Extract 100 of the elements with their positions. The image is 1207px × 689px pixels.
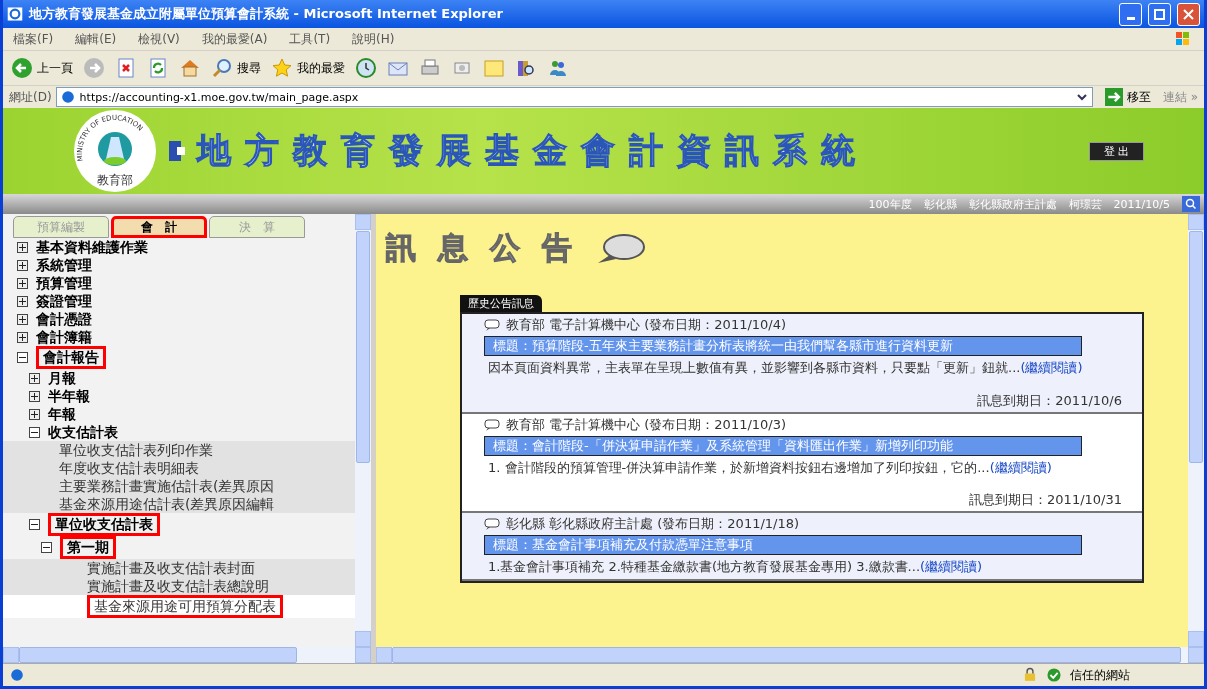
tree-item-label[interactable]: 會計簿籍 [36, 328, 92, 346]
page-icon [59, 89, 76, 105]
tree-item-label[interactable]: 基金來源用途估計表(差異原因編輯 [59, 495, 275, 513]
announcement-heading: 訊息公告 [386, 229, 594, 267]
menu-item[interactable]: 檔案(F) [13, 30, 54, 48]
announcement-source: 教育部 電子計算機中心 (發布日期：2011/10/4) [506, 316, 787, 334]
tab[interactable]: 會 計 [111, 216, 207, 238]
tree-item-label[interactable]: 實施計畫及收支估計表總說明 [87, 577, 269, 595]
expiry-date: 訊息到期日：2011/10/6 [977, 391, 1122, 410]
tree-item-label[interactable]: 系統管理 [36, 256, 92, 274]
expand-box-icon[interactable] [17, 277, 28, 289]
tree-item-label[interactable]: 單位收支估計表列印作業 [59, 441, 213, 459]
stop-button[interactable] [115, 57, 137, 79]
expand-box-icon[interactable] [17, 241, 28, 253]
expand-box-icon[interactable] [41, 542, 52, 553]
page-icon [9, 667, 25, 683]
vertical-scrollbar[interactable] [1188, 214, 1204, 647]
expand-box-icon[interactable] [17, 295, 28, 307]
search-icon[interactable] [1182, 196, 1200, 212]
go-button[interactable]: 移至 [1096, 88, 1159, 106]
back-button[interactable]: 上一頁 [11, 57, 73, 79]
tree-item-label[interactable]: 年報 [48, 405, 76, 423]
expand-box-icon[interactable] [29, 372, 40, 384]
refresh-icon [147, 57, 169, 79]
read-more-link[interactable]: (繼續閱讀) [989, 459, 1052, 475]
announcement-body: 因本頁面資料異常，主表單在呈現上數值有異，並影響到各縣市資料，只要點「更新」鈕就...(繼續閱讀) [487, 359, 1084, 377]
expand-box-icon[interactable] [17, 313, 28, 325]
tree-leaf-row[interactable]: 單位收支估計表列印作業 [3, 441, 355, 459]
minimize-icon [1126, 16, 1135, 20]
history-announcements-tag[interactable]: 歷史公告訊息 [460, 295, 542, 312]
close-icon [1183, 8, 1194, 20]
menu-item[interactable]: 工具(T) [289, 30, 331, 48]
expand-box-icon[interactable] [29, 426, 40, 438]
user-info-text: 彰化縣政府主計處 [968, 196, 1057, 212]
stop-icon [115, 57, 137, 79]
read-more-link[interactable]: (繼續閱讀) [920, 559, 983, 574]
tree-leaf-row[interactable]: 實施計畫及收支估計表封面 [3, 559, 355, 577]
tree-item-label[interactable]: 主要業務計畫實施估計表(差異原因 [59, 477, 275, 495]
tree-item-label[interactable]: 實施計畫及收支估計表封面 [87, 559, 255, 577]
tree-item-label[interactable]: 年度收支估計表明細表 [59, 459, 199, 477]
search-button[interactable]: 搜尋 [211, 57, 261, 79]
square-bullet-icon [167, 139, 187, 163]
address-label: 網址(D) [9, 88, 52, 106]
announcement-source: 彰化縣 彰化縣政府主計處 (發布日期：2011/1/18) [506, 515, 800, 533]
tree-item-label[interactable]: 月報 [48, 369, 76, 387]
speech-bubble-icon [484, 418, 500, 431]
tree-item-label[interactable]: 會計報告 [36, 346, 106, 369]
lock-icon [1022, 667, 1038, 683]
expand-box-icon[interactable] [29, 519, 40, 530]
refresh-button[interactable] [147, 57, 169, 79]
expand-box-icon[interactable] [17, 331, 28, 343]
tree-item-label[interactable]: 單位收支估計表 [48, 513, 160, 536]
menu-item[interactable]: 檢視(V) [138, 30, 180, 48]
security-zone-text: 信任的網站 [1070, 666, 1130, 684]
history-button[interactable] [355, 57, 377, 79]
tree-item-label[interactable]: 第一期 [60, 536, 116, 559]
home-icon [179, 57, 201, 79]
horizontal-scrollbar[interactable] [376, 647, 1204, 663]
user-info-text: 2011/10/5 [1113, 197, 1170, 211]
address-field[interactable]: https://accounting-x1.moe.gov.tw/main_page.aspx [55, 87, 1093, 107]
expand-box-icon[interactable] [17, 352, 28, 363]
tree-item-label[interactable]: 基金來源用途可用預算分配表 [87, 595, 283, 618]
favorites-button[interactable]: 我的最愛 [271, 57, 345, 79]
home-button[interactable] [179, 57, 201, 79]
menu-item[interactable]: 編輯(E) [75, 30, 117, 48]
menu-item[interactable]: 我的最愛(A) [201, 30, 268, 48]
horizontal-scrollbar[interactable] [3, 647, 371, 663]
tree-leaf-row[interactable]: 基金來源用途估計表(差異原因編輯 [3, 495, 355, 513]
arrow-right-icon [1104, 88, 1123, 106]
user-info-text: 柯璟芸 [1068, 196, 1102, 212]
expiry-date: 訊息到期日：2011/10/31 [969, 491, 1122, 509]
minimize-button[interactable] [1119, 2, 1142, 26]
search-icon [211, 57, 233, 79]
user-info-text: 100年度 [868, 196, 912, 212]
logout-button[interactable]: 登 出 [1088, 141, 1144, 161]
history-icon [355, 57, 377, 79]
announcement-body: 1.基金會計事項補充 2.特種基金繳款書(地方教育發展基金專用) 3.繳款書...(繼續閱讀) [487, 558, 984, 576]
expand-box-icon[interactable] [29, 390, 40, 402]
tree-item-label[interactable]: 半年報 [48, 387, 90, 405]
check-icon [1046, 667, 1062, 683]
expand-box-icon[interactable] [29, 408, 40, 420]
maximize-icon [1154, 8, 1165, 20]
tree-item-label[interactable]: 基本資料維護作業 [36, 238, 148, 256]
tree-leaf-row[interactable]: 主要業務計畫實施估計表(差異原因 [3, 477, 355, 495]
tree-item-label[interactable]: 會計憑證 [36, 310, 92, 328]
star-icon [271, 57, 293, 79]
browser-icon [7, 6, 23, 22]
menu-item[interactable]: 說明(H) [352, 30, 395, 48]
tree-item-label[interactable]: 收支估計表 [48, 423, 118, 441]
tree-leaf-row[interactable]: 年度收支估計表明細表 [3, 459, 355, 477]
vertical-scrollbar[interactable] [355, 214, 371, 647]
announcement-body: 1. 會計階段的預算管理-併決算申請作業，於新增資料按鈕右邊增加了列印按鈕，它的...(繼續閱讀) [487, 458, 1053, 477]
close-button[interactable] [1177, 2, 1200, 26]
tree-item-label[interactable]: 預算管理 [36, 274, 92, 292]
expand-box-icon[interactable] [17, 259, 28, 271]
tree-leaf-row[interactable]: 實施計畫及收支估計表總說明 [3, 577, 355, 595]
tree-item-label[interactable]: 簽證管理 [36, 292, 92, 310]
tree-leaf-row[interactable]: 基金來源用途可用預算分配表 [3, 595, 355, 618]
maximize-button[interactable] [1148, 2, 1171, 26]
read-more-link[interactable]: (繼續閱讀) [1020, 360, 1083, 375]
